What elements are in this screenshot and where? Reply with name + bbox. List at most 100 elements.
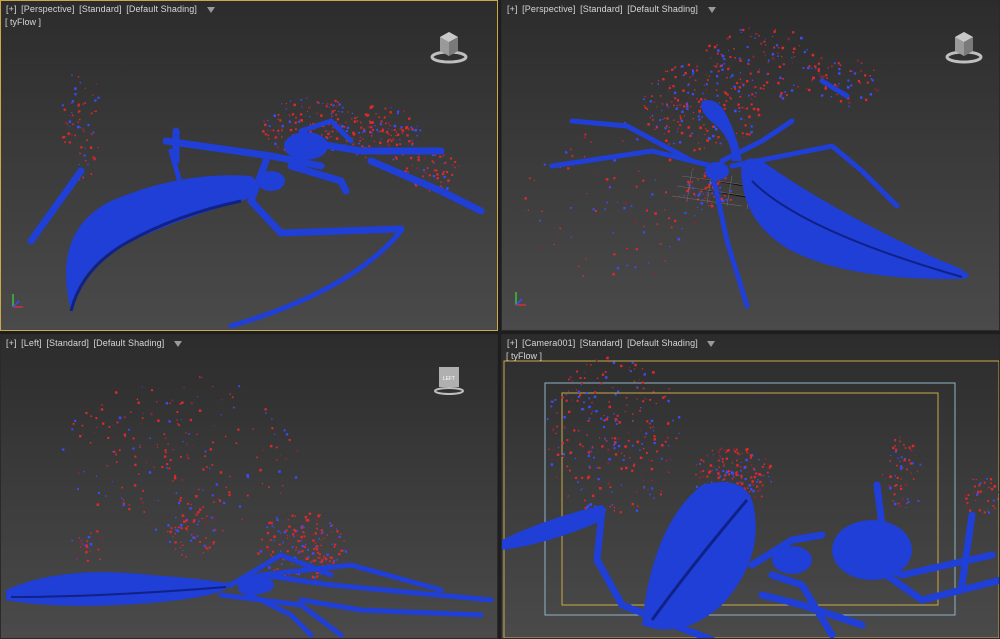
particle	[839, 64, 842, 67]
particle	[390, 134, 392, 136]
viewport-plus-menu[interactable]: [+]	[5, 4, 18, 14]
particle	[711, 481, 713, 483]
viewport-shading-menu[interactable]: [Default Shading]	[93, 338, 166, 348]
particle	[751, 79, 754, 81]
viewport-shading-menu[interactable]: [Default Shading]	[626, 338, 699, 348]
particle	[727, 449, 730, 452]
viewport-camera-bottom-right[interactable]: [+] [Camera001] [Standard] [Default Shad…	[501, 334, 1000, 639]
particle	[607, 482, 611, 485]
particle	[148, 471, 152, 474]
viewport-shading-menu[interactable]: [Default Shading]	[626, 4, 699, 14]
particle	[703, 84, 705, 86]
particle	[766, 471, 769, 474]
particle	[320, 529, 323, 532]
particle	[746, 46, 749, 49]
particle	[758, 473, 761, 476]
particle	[706, 129, 709, 132]
particle	[130, 411, 132, 413]
particle	[434, 154, 436, 156]
particle	[681, 74, 683, 76]
particle	[736, 132, 738, 134]
viewport-mode-menu[interactable]: [Standard]	[579, 338, 624, 348]
particle	[677, 121, 679, 123]
viewport-view-menu[interactable]: [Camera001]	[521, 338, 576, 348]
particle	[134, 455, 137, 458]
particle	[401, 129, 405, 133]
particle	[390, 107, 392, 109]
particle	[909, 448, 913, 452]
particle	[161, 466, 164, 468]
particle	[343, 540, 345, 542]
particle	[900, 485, 902, 487]
viewport-view-menu[interactable]: [Perspective]	[521, 4, 576, 14]
particle	[702, 475, 705, 478]
particle	[592, 208, 595, 211]
viewport-perspective-top-left[interactable]: [+] [Perspective] [Standard] [Default Sh…	[0, 0, 498, 331]
particle	[552, 428, 555, 431]
particle	[95, 417, 98, 420]
particle	[174, 548, 177, 550]
viewport-plus-menu[interactable]: [+]	[506, 338, 519, 348]
particle	[277, 118, 279, 120]
particle	[295, 116, 297, 119]
particle	[710, 205, 714, 208]
particle	[654, 212, 657, 215]
particle	[356, 120, 359, 122]
particle	[652, 426, 654, 428]
viewport-perspective-top-right[interactable]: [+] [Perspective] [Standard] [Default Sh…	[501, 0, 1000, 331]
particle	[730, 471, 734, 474]
viewport-plus-menu[interactable]: [+]	[506, 4, 519, 14]
particle	[381, 128, 385, 131]
particle	[228, 491, 231, 494]
particle	[692, 111, 695, 114]
viewcube-icon[interactable]: LEFT	[429, 361, 469, 401]
particle	[556, 453, 560, 456]
particle	[93, 432, 95, 434]
viewport-shading-menu[interactable]: [Default Shading]	[125, 4, 198, 14]
particle	[294, 515, 296, 517]
particle	[578, 394, 582, 397]
particle	[197, 396, 199, 398]
viewcube-icon[interactable]	[429, 27, 469, 67]
viewport-mode-menu[interactable]: [Standard]	[579, 4, 624, 14]
particle	[973, 491, 976, 493]
viewport-mode-menu[interactable]: [Standard]	[78, 4, 123, 14]
particle	[454, 161, 457, 163]
filter-icon[interactable]	[206, 6, 215, 13]
particle	[756, 485, 759, 488]
viewcube-icon[interactable]	[944, 27, 984, 67]
particle	[133, 484, 137, 487]
particle	[202, 518, 205, 521]
particle	[784, 91, 786, 93]
viewport-plus-menu[interactable]: [+]	[5, 338, 18, 348]
particle	[212, 529, 215, 532]
particle	[123, 433, 126, 436]
viewport-mode-menu[interactable]: [Standard]	[45, 338, 90, 348]
filter-icon[interactable]	[707, 6, 716, 13]
particle	[78, 163, 80, 166]
particle	[393, 124, 397, 128]
particle	[369, 106, 372, 109]
particle	[611, 504, 614, 506]
viewport-view-menu[interactable]: [Left]	[20, 338, 43, 348]
particle	[630, 205, 633, 207]
particle	[665, 191, 667, 194]
particle	[63, 108, 66, 111]
filter-icon[interactable]	[707, 340, 716, 347]
particle	[533, 179, 535, 182]
particle	[316, 523, 318, 526]
particle	[561, 455, 564, 457]
viewport-left-bottom-left[interactable]: [+] [Left] [Standard] [Default Shading] …	[0, 334, 498, 639]
particle	[342, 106, 344, 109]
particle	[744, 478, 747, 481]
filter-icon[interactable]	[173, 340, 182, 347]
particle	[346, 126, 350, 129]
particle	[624, 202, 628, 205]
particle	[267, 129, 269, 132]
particle	[736, 448, 738, 451]
particle	[309, 533, 311, 535]
particle	[668, 217, 670, 220]
viewport-view-menu[interactable]: [Perspective]	[20, 4, 75, 14]
particle	[185, 556, 187, 558]
particle	[733, 448, 735, 451]
